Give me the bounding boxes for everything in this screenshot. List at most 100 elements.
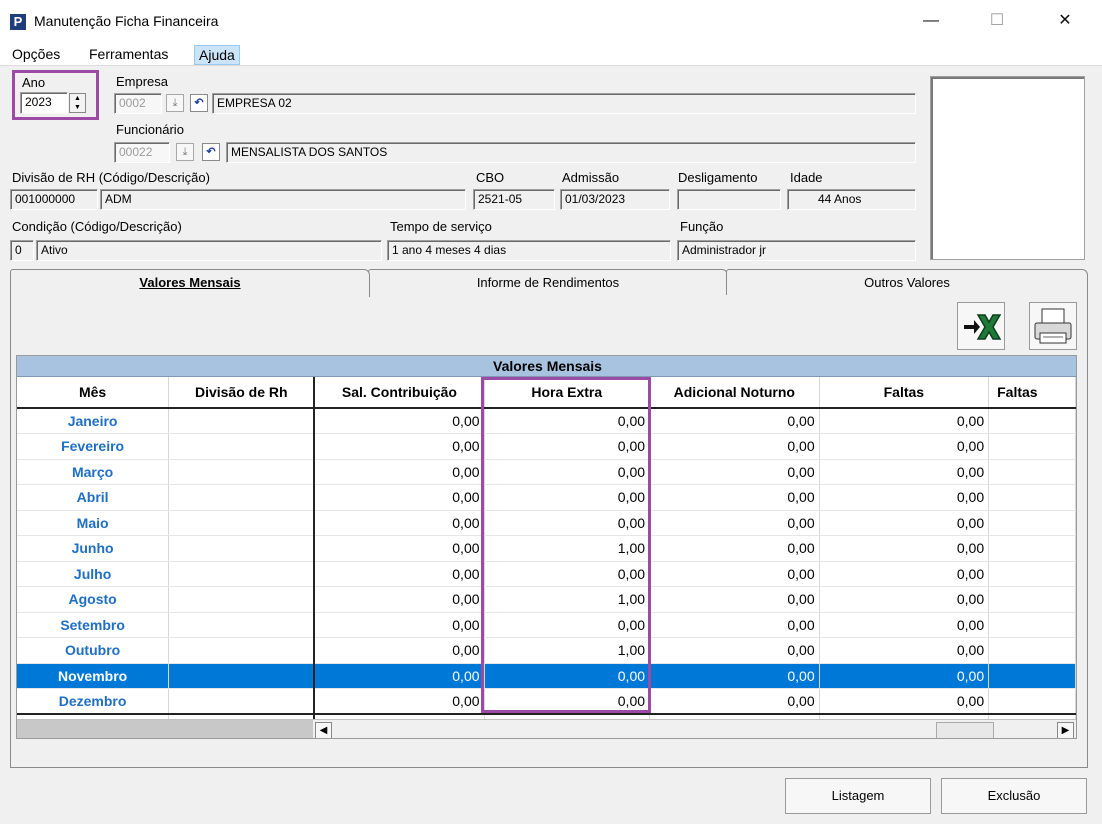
horizontal-scrollbar[interactable]: ◀ ▶ (17, 719, 1076, 738)
divisao-cell[interactable] (168, 561, 316, 587)
faltas-2-cell[interactable] (988, 510, 1076, 536)
maximize-button[interactable]: ☐ (974, 0, 1020, 42)
month-cell[interactable]: Abril (17, 484, 170, 511)
adicional-noturno-cell[interactable]: 0,00 (649, 688, 820, 715)
divisao-cell[interactable] (168, 433, 316, 460)
col-faltas[interactable]: Faltas (819, 377, 990, 409)
adicional-noturno-cell[interactable]: 0,00 (649, 637, 820, 664)
col-faltas-2[interactable]: Faltas (988, 377, 1076, 409)
month-cell[interactable]: Junho (17, 535, 170, 562)
divisao-cell[interactable] (168, 612, 316, 638)
scroll-left-arrow[interactable]: ◀ (315, 722, 332, 738)
faltas-2-cell[interactable] (988, 561, 1076, 587)
adicional-noturno-cell[interactable]: 0,00 (649, 459, 820, 485)
scroll-right-arrow[interactable]: ▶ (1057, 722, 1074, 738)
faltas-cell[interactable]: 0,00 (819, 535, 990, 562)
faltas-2-cell[interactable] (988, 688, 1076, 715)
sal-contribuicao-cell[interactable]: 0,00 (314, 663, 485, 689)
faltas-2-cell[interactable] (988, 535, 1076, 562)
month-cell[interactable]: Agosto (17, 586, 170, 613)
faltas-cell[interactable]: 0,00 (819, 433, 990, 460)
faltas-cell[interactable]: 0,00 (819, 637, 990, 664)
faltas-cell[interactable]: 0,00 (819, 586, 990, 613)
faltas-cell[interactable]: 0,00 (819, 612, 990, 638)
funcionario-download-button[interactable]: ⤓ (176, 143, 194, 161)
tab-outros-valores[interactable]: Outros Valores (726, 269, 1088, 295)
scroll-thumb[interactable] (936, 722, 994, 738)
month-cell[interactable]: Setembro (17, 612, 170, 638)
adicional-noturno-cell[interactable]: 0,00 (649, 510, 820, 536)
faltas-2-cell[interactable] (988, 408, 1076, 434)
sal-contribuicao-cell[interactable]: 0,00 (314, 688, 485, 715)
menu-ferramentas[interactable]: Ferramentas (85, 45, 172, 65)
menu-opcoes[interactable]: Opções (8, 45, 64, 65)
month-cell[interactable]: Fevereiro (17, 433, 170, 460)
sal-contribuicao-cell[interactable]: 0,00 (314, 459, 485, 485)
divisao-cell[interactable] (168, 408, 316, 434)
divisao-cell[interactable] (168, 688, 316, 715)
faltas-cell[interactable]: 0,00 (819, 484, 990, 511)
adicional-noturno-cell[interactable]: 0,00 (649, 586, 820, 613)
funcionario-code-field[interactable]: 00022 (114, 142, 170, 163)
sal-contribuicao-cell[interactable]: 0,00 (314, 612, 485, 638)
adicional-noturno-cell[interactable]: 0,00 (649, 408, 820, 434)
exclusao-button[interactable]: Exclusão (941, 778, 1087, 814)
faltas-cell[interactable]: 0,00 (819, 459, 990, 485)
month-cell[interactable]: Maio (17, 510, 170, 536)
month-cell[interactable]: Julho (17, 561, 170, 587)
sal-contribuicao-cell[interactable]: 0,00 (314, 586, 485, 613)
divisao-cell[interactable] (168, 586, 316, 613)
tab-informe-rendimentos[interactable]: Informe de Rendimentos (368, 269, 728, 295)
listagem-button[interactable]: Listagem (785, 778, 931, 814)
adicional-noturno-cell[interactable]: 0,00 (649, 433, 820, 460)
funcionario-undo-button[interactable]: ↶ (202, 143, 220, 161)
month-cell[interactable]: Outubro (17, 637, 170, 664)
adicional-noturno-cell[interactable]: 0,00 (649, 484, 820, 511)
sal-contribuicao-cell[interactable]: 0,00 (314, 408, 485, 434)
sal-contribuicao-cell[interactable]: 0,00 (314, 637, 485, 664)
minimize-button[interactable]: — (908, 0, 954, 42)
empresa-download-button[interactable]: ⤓ (166, 94, 184, 112)
ano-input[interactable]: 2023 (20, 92, 68, 114)
col-adicional-noturno[interactable]: Adicional Noturno (649, 377, 820, 409)
divisao-cell[interactable] (168, 510, 316, 536)
month-cell[interactable]: Dezembro (17, 688, 170, 715)
faltas-2-cell[interactable] (988, 663, 1076, 689)
faltas-cell[interactable]: 0,00 (819, 510, 990, 536)
faltas-cell[interactable]: 0,00 (819, 663, 990, 689)
divisao-cell[interactable] (168, 535, 316, 562)
divisao-cell[interactable] (168, 663, 316, 689)
adicional-noturno-cell[interactable]: 0,00 (649, 561, 820, 587)
sal-contribuicao-cell[interactable]: 0,00 (314, 561, 485, 587)
faltas-2-cell[interactable] (988, 433, 1076, 460)
print-button[interactable] (1029, 302, 1077, 350)
excel-export-button[interactable] (957, 302, 1005, 350)
menu-ajuda[interactable]: Ajuda (194, 45, 240, 65)
adicional-noturno-cell[interactable]: 0,00 (649, 612, 820, 638)
faltas-cell[interactable]: 0,00 (819, 561, 990, 587)
faltas-cell[interactable]: 0,00 (819, 408, 990, 434)
faltas-cell[interactable]: 0,00 (819, 688, 990, 715)
faltas-2-cell[interactable] (988, 484, 1076, 511)
sal-contribuicao-cell[interactable]: 0,00 (314, 433, 485, 460)
divisao-cell[interactable] (168, 459, 316, 485)
col-sal-contribuicao[interactable]: Sal. Contribuição (314, 377, 485, 409)
faltas-2-cell[interactable] (988, 459, 1076, 485)
faltas-2-cell[interactable] (988, 586, 1076, 613)
divisao-cell[interactable] (168, 637, 316, 664)
col-divisao-rh[interactable]: Divisão de Rh (168, 377, 316, 409)
sal-contribuicao-cell[interactable]: 0,00 (314, 535, 485, 562)
faltas-2-cell[interactable] (988, 637, 1076, 664)
sal-contribuicao-cell[interactable]: 0,00 (314, 484, 485, 511)
faltas-2-cell[interactable] (988, 612, 1076, 638)
month-cell[interactable]: Novembro (17, 663, 170, 689)
sal-contribuicao-cell[interactable]: 0,00 (314, 510, 485, 536)
divisao-cell[interactable] (168, 484, 316, 511)
close-button[interactable]: ✕ (1042, 0, 1088, 42)
tab-valores-mensais[interactable]: Valores Mensais (10, 269, 370, 297)
month-cell[interactable]: Janeiro (17, 408, 170, 434)
empresa-undo-button[interactable]: ↶ (190, 94, 208, 112)
col-mes[interactable]: Mês (17, 377, 170, 409)
adicional-noturno-cell[interactable]: 0,00 (649, 535, 820, 562)
adicional-noturno-cell[interactable]: 0,00 (649, 663, 820, 689)
